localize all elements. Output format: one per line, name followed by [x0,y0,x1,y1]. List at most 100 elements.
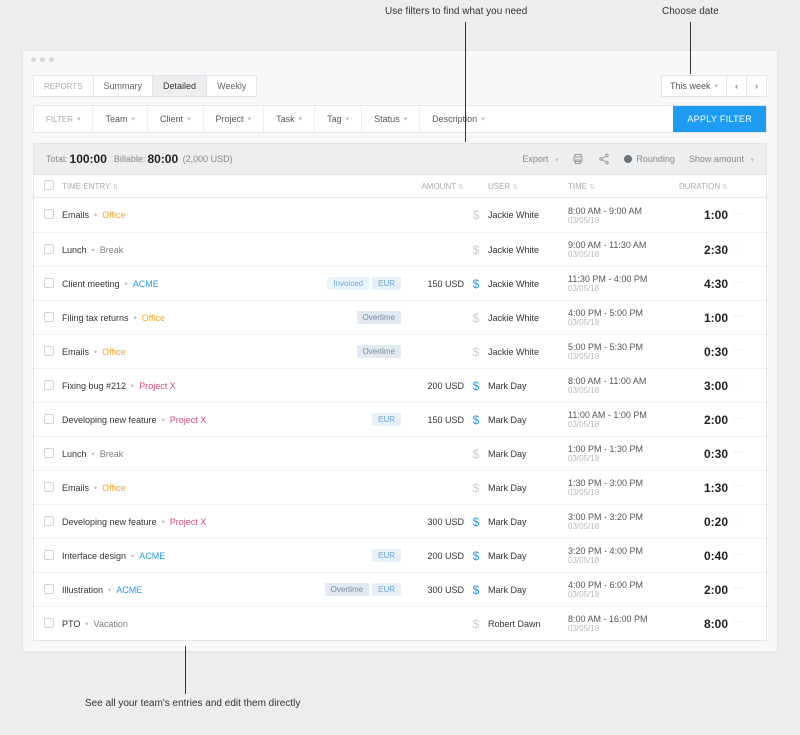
table-row[interactable]: PTO•Vacation$Robert Dawn8:00 AM - 16:00 … [34,606,766,640]
row-checkbox[interactable] [44,380,54,390]
row-checkbox[interactable] [44,278,54,288]
billable-icon[interactable]: $ [473,447,480,461]
rounding-status-dot [624,155,632,163]
apply-filter-button[interactable]: APPLY FILTER [673,106,766,132]
col-entry-label[interactable]: TIME ENTRY [62,182,110,191]
billable-label: Billable: [114,154,146,164]
table-row[interactable]: Interface design•ACMEEUR200 USD$Mark Day… [34,538,766,572]
row-checkbox[interactable] [44,244,54,254]
show-amount-button[interactable]: Show amount ▾ [689,154,754,164]
date-range-button[interactable]: This week▾ [662,76,727,96]
rounding-toggle[interactable]: Rounding [624,154,675,164]
billable-icon[interactable]: $ [473,549,480,563]
col-time-label[interactable]: TIME [568,182,587,191]
project-link[interactable]: Vacation [94,619,128,629]
row-checkbox[interactable] [44,209,54,219]
filter-description[interactable]: Description▾ [420,106,497,132]
row-menu-icon[interactable]: ⋮ [733,618,742,627]
project-link[interactable]: Project X [170,415,207,425]
print-icon[interactable] [572,153,584,165]
row-menu-icon[interactable]: ⋮ [733,278,742,287]
row-checkbox[interactable] [44,516,54,526]
project-link[interactable]: Office [102,347,125,357]
time-date: 03/05/18 [568,624,668,633]
time-range: 5:00 PM - 5:30 PM [568,342,668,352]
export-button[interactable]: Export ▾ [522,154,558,164]
row-checkbox[interactable] [44,346,54,356]
tab-summary[interactable]: Summary [94,76,154,96]
row-menu-icon[interactable]: ⋮ [733,448,742,457]
filter-team[interactable]: Team▾ [93,106,148,132]
project-link[interactable]: Break [100,449,124,459]
row-menu-icon[interactable]: ⋮ [733,312,742,321]
tab-reports-label: REPORTS [34,76,94,96]
table-row[interactable]: Illustration•ACMEOvertimeEUR300 USD$Mark… [34,572,766,606]
filter-task[interactable]: Task▾ [264,106,315,132]
col-duration-label[interactable]: DURATION [679,182,720,191]
table-row[interactable]: Emails•Office$Mark Day1:30 PM - 3:00 PM0… [34,470,766,504]
project-link[interactable]: Break [100,245,124,255]
row-menu-icon[interactable]: ⋮ [733,380,742,389]
row-menu-icon[interactable]: ⋮ [733,414,742,423]
row-menu-icon[interactable]: ⋮ [733,482,742,491]
billable-icon[interactable]: $ [473,311,480,325]
tab-detailed[interactable]: Detailed [153,76,207,96]
project-link[interactable]: Office [142,313,165,323]
row-menu-icon[interactable]: ⋮ [733,550,742,559]
row-menu-icon[interactable]: ⋮ [733,516,742,525]
billable-icon[interactable]: $ [473,345,480,359]
billable-icon[interactable]: $ [473,277,480,291]
billable-icon[interactable]: $ [473,617,480,631]
table-row[interactable]: Emails•Office$Jackie White8:00 AM - 9:00… [34,198,766,232]
chevron-left-icon: ‹ [735,81,738,91]
billable-icon[interactable]: $ [473,208,480,222]
billable-icon[interactable]: $ [473,243,480,257]
row-checkbox[interactable] [44,448,54,458]
billable-icon[interactable]: $ [473,583,480,597]
row-menu-icon[interactable]: ⋮ [733,244,742,253]
row-menu-icon[interactable]: ⋮ [733,346,742,355]
project-link[interactable]: ACME [133,279,159,289]
col-user-label[interactable]: USER [488,182,510,191]
project-link[interactable]: Project X [139,381,176,391]
row-menu-icon[interactable]: ⋮ [733,584,742,593]
table-row[interactable]: Lunch•Break$Jackie White9:00 AM - 11:30 … [34,232,766,266]
filter-client[interactable]: Client▾ [148,106,204,132]
date-prev-button[interactable]: ‹ [727,76,747,96]
project-link[interactable]: Office [102,210,125,220]
row-checkbox[interactable] [44,584,54,594]
billable-icon[interactable]: $ [473,413,480,427]
time-range: 8:00 AM - 11:00 AM [568,376,668,386]
project-link[interactable]: ACME [116,585,142,595]
table-row[interactable]: Client meeting•ACMEInvoicedEUR150 USD$Ja… [34,266,766,300]
filter-label[interactable]: FILTER▾ [34,106,93,132]
table-row[interactable]: Lunch•Break$Mark Day1:00 PM - 1:30 PM03/… [34,436,766,470]
time-date: 03/05/18 [568,216,668,225]
date-next-button[interactable]: › [747,76,766,96]
tab-weekly[interactable]: Weekly [207,76,256,96]
select-all-checkbox[interactable] [44,180,54,190]
row-checkbox[interactable] [44,550,54,560]
project-link[interactable]: Project X [170,517,207,527]
table-row[interactable]: Developing new feature•Project X300 USD$… [34,504,766,538]
filter-project[interactable]: Project▾ [204,106,265,132]
project-link[interactable]: Office [102,483,125,493]
table-row[interactable]: Fixing bug #212•Project X200 USD$Mark Da… [34,368,766,402]
billable-icon[interactable]: $ [473,481,480,495]
row-checkbox[interactable] [44,482,54,492]
share-icon[interactable] [598,153,610,165]
row-checkbox[interactable] [44,312,54,322]
row-checkbox[interactable] [44,618,54,628]
filter-tag[interactable]: Tag▾ [315,106,362,132]
row-menu-icon[interactable]: ⋮ [733,210,742,219]
table-row[interactable]: Developing new feature•Project XEUR150 U… [34,402,766,436]
col-amount-label[interactable]: AMOUNT [421,182,456,191]
table-row[interactable]: Filing tax returns•OfficeOvertime$Jackie… [34,300,766,334]
billable-icon[interactable]: $ [473,515,480,529]
filter-status[interactable]: Status▾ [362,106,420,132]
table-row[interactable]: Emails•OfficeOvertime$Jackie White5:00 P… [34,334,766,368]
project-link[interactable]: ACME [139,551,165,561]
time-date: 03/05/18 [568,284,668,293]
row-checkbox[interactable] [44,414,54,424]
billable-icon[interactable]: $ [473,379,480,393]
